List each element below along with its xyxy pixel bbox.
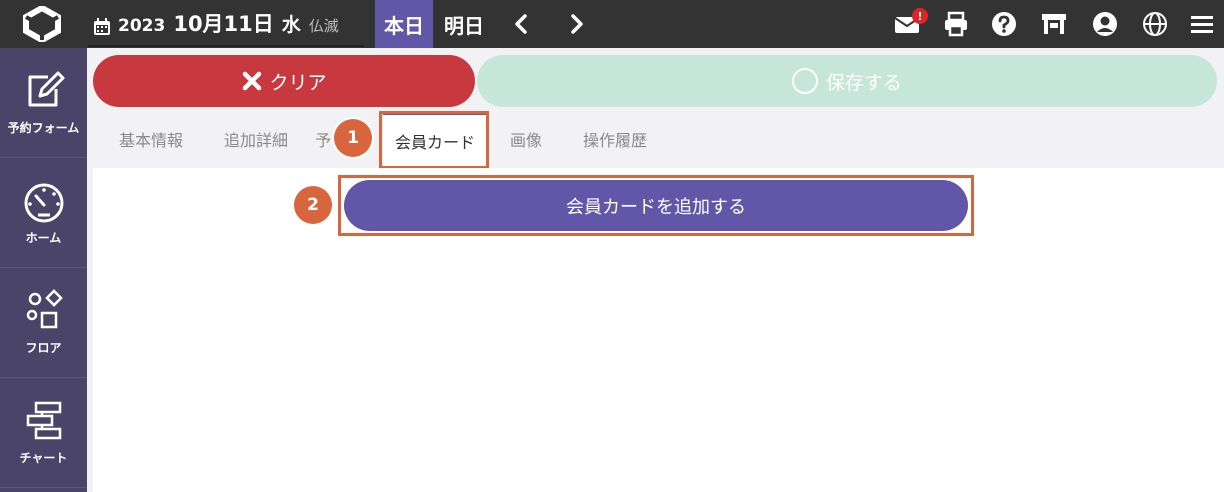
top-bar: 2023 10月11日 水 仏滅 本日 明日 ! xyxy=(0,0,1224,48)
app-logo-icon[interactable] xyxy=(22,6,62,42)
edit-icon xyxy=(28,71,64,107)
circle-icon xyxy=(791,68,818,94)
save-button[interactable]: 保存する xyxy=(477,55,1217,107)
menu-icon[interactable] xyxy=(1188,10,1216,38)
sidebar-item-label: 予約フォーム xyxy=(7,121,80,135)
sidebar-item-label: ホーム xyxy=(25,231,62,245)
mail-notification-badge: ! xyxy=(912,8,928,24)
date-weekday: 水 xyxy=(281,14,301,36)
sidebar: 予約フォーム ホーム フロア チャート xyxy=(0,48,87,492)
sidebar-item-label: チャート xyxy=(19,451,68,465)
clear-button-label: クリア xyxy=(269,71,327,94)
sidebar-item-home[interactable]: ホーム xyxy=(0,158,87,268)
dashboard-gauge-icon xyxy=(24,183,63,223)
tab-bar: 基本情報 追加詳細 予 会員カード 画像 操作履歴 xyxy=(93,112,1224,166)
chevron-left-icon[interactable] xyxy=(506,9,536,39)
account-icon[interactable] xyxy=(1091,10,1119,38)
sidebar-item-label: フロア xyxy=(25,341,62,355)
date-year: 2023 xyxy=(118,16,166,36)
help-icon[interactable] xyxy=(990,10,1018,38)
tab-basic-info[interactable]: 基本情報 xyxy=(103,112,199,166)
globe-icon[interactable] xyxy=(1141,10,1169,38)
add-member-card-button[interactable]: 会員カードを追加する xyxy=(344,180,968,231)
date-selector[interactable]: 2023 10月11日 水 仏滅 xyxy=(92,8,339,40)
calendar-icon xyxy=(94,18,110,35)
sidebar-item-chart[interactable]: チャート xyxy=(0,378,87,488)
floor-shapes-icon xyxy=(26,289,63,329)
tab-additional-details[interactable]: 追加詳細 xyxy=(211,112,301,166)
sidebar-item-floor[interactable]: フロア xyxy=(0,268,87,378)
printer-icon[interactable] xyxy=(942,10,970,38)
chart-blocks-icon xyxy=(26,401,61,440)
tab-images[interactable]: 画像 xyxy=(498,112,554,166)
close-icon xyxy=(243,71,262,91)
tab-member-card[interactable]: 会員カード xyxy=(383,112,487,166)
date-underline xyxy=(88,45,364,47)
step-marker-1: 1 xyxy=(334,119,372,157)
date-month-day: 10月11日 xyxy=(173,12,274,36)
step-marker-2: 2 xyxy=(294,186,332,224)
today-button[interactable]: 本日 xyxy=(375,0,433,48)
save-button-label: 保存する xyxy=(825,71,902,94)
clear-button[interactable]: クリア xyxy=(93,55,475,107)
tomorrow-button[interactable]: 明日 xyxy=(438,0,490,48)
date-rokuyo: 仏滅 xyxy=(308,17,339,35)
store-icon[interactable] xyxy=(1040,10,1068,38)
sidebar-item-reservation-form[interactable]: 予約フォーム xyxy=(0,48,87,158)
chevron-right-icon[interactable] xyxy=(562,9,592,39)
tab-operation-history[interactable]: 操作履歴 xyxy=(575,112,655,166)
